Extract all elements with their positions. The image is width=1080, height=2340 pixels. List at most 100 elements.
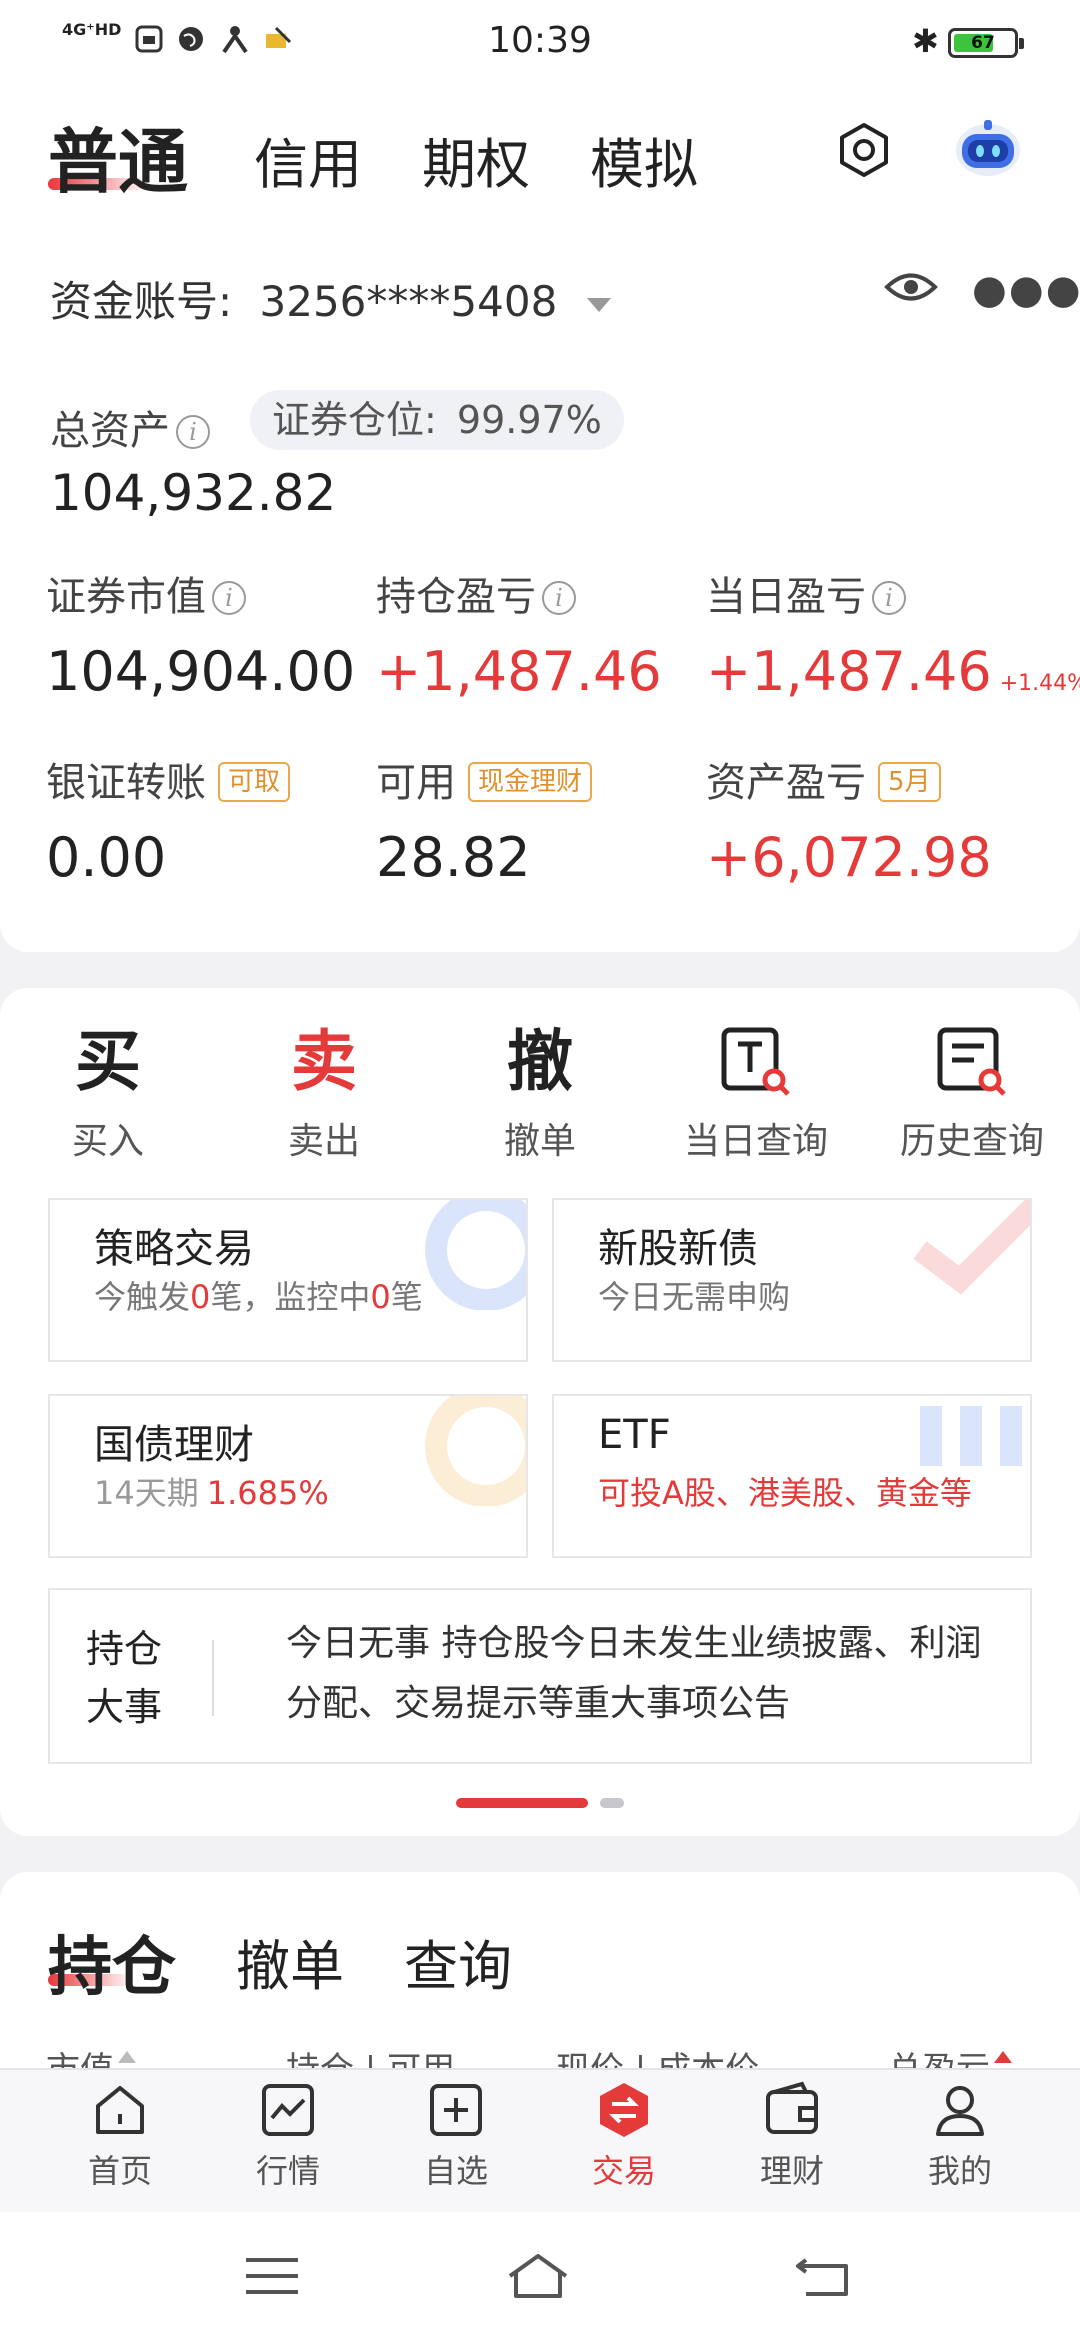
tab-holdings[interactable]: 持仓: [48, 1916, 176, 2008]
pager-dot: [600, 1798, 624, 1808]
buy-icon: 买: [75, 1023, 141, 1100]
cancel-order-button[interactable]: 撤 撤单: [440, 1018, 640, 1164]
cancel-order-label: 撤单: [503, 1121, 576, 1162]
account-number: 3256****5408: [259, 277, 558, 326]
total-assets-value: 104,932.82: [50, 464, 337, 522]
etf-card[interactable]: ETF 可投A股、港美股、黄金等: [552, 1394, 1032, 1558]
strategy-title: 策略交易: [94, 1226, 254, 1272]
nav-wealth-label: 理财: [759, 2152, 824, 2190]
tab-query[interactable]: 查询: [404, 1922, 512, 2001]
status-bar: 4G⁺HD 10:39 ✱ 67: [0, 0, 1080, 80]
nav-wealth[interactable]: 理财: [707, 2080, 877, 2192]
cancel-order-icon: 撤: [507, 1023, 573, 1100]
sell-icon: 卖: [291, 1023, 357, 1100]
nav-home[interactable]: 首页: [35, 2080, 205, 2192]
buy-button[interactable]: 买 买入: [8, 1018, 208, 1164]
chevron-down-icon: [586, 297, 611, 312]
add-icon: [430, 2084, 482, 2136]
available-value: 28.82: [376, 826, 531, 889]
pager-dot-active: [456, 1798, 588, 1808]
tab-options[interactable]: 期权: [422, 120, 530, 199]
cash-management-tag[interactable]: 现金理财: [468, 762, 593, 802]
nav-home-label: 首页: [87, 2152, 152, 2190]
eye-icon[interactable]: [884, 260, 938, 314]
treasury-card[interactable]: 国债理财 14天期 1.685%: [48, 1394, 528, 1558]
asset-pl-cell[interactable]: 资产盈亏 5月 +6,072.98: [706, 750, 992, 889]
account-label: 资金账号:: [50, 277, 233, 326]
strategy-trading-card[interactable]: 策略交易 今触发0笔，监控中0笔: [48, 1198, 528, 1362]
nav-watchlist[interactable]: 自选: [371, 2080, 541, 2192]
available-label: 可用: [376, 760, 456, 806]
account-selector[interactable]: 资金账号: 3256****5408: [50, 268, 611, 329]
menu-icon[interactable]: [240, 2248, 304, 2304]
market-value-label: 证券市值: [46, 574, 206, 620]
robot-icon[interactable]: [952, 116, 1024, 180]
total-assets-label: 总资产: [50, 408, 170, 454]
home-button-icon[interactable]: [506, 2248, 570, 2304]
bluetooth-icon: ✱: [912, 22, 939, 60]
available-cell: 可用 现金理财 28.82: [376, 750, 593, 889]
daily-pl-value: +1,487.46: [706, 640, 992, 703]
profile-icon: [936, 2086, 984, 2136]
trade-functions-card: 买 买入 卖 卖出 撤 撤单 当日查询 历史查询 策略交易 今触发0笔，监控中0…: [0, 988, 1080, 1836]
daily-pl-label: 当日盈亏: [706, 574, 866, 620]
holding-events-text: 今日无事 持仓股今日未发生业绩披露、利润分配、交易提示等重大事项公告: [286, 1623, 982, 1724]
more-icon[interactable]: ●●●: [972, 270, 1080, 310]
tab-cancel-orders[interactable]: 撤单: [236, 1922, 344, 2001]
ipo-card[interactable]: 新股新债 今日无需申购: [552, 1198, 1032, 1362]
position-label: 证券仓位:: [272, 398, 437, 442]
total-assets-row: 总资产 i: [50, 398, 210, 456]
today-query-button[interactable]: 当日查询: [656, 1018, 856, 1164]
treasury-deco-icon: [425, 1396, 526, 1506]
tab-credit[interactable]: 信用: [254, 120, 362, 199]
etf-title: ETF: [598, 1412, 671, 1458]
history-query-button[interactable]: 历史查询: [872, 1018, 1072, 1164]
treasury-title: 国债理财: [94, 1422, 254, 1468]
daily-pl-percent: +1.44%: [999, 671, 1080, 696]
home-icon: [96, 2086, 144, 2134]
today-query-icon: [721, 1027, 790, 1096]
gear-icon[interactable]: [836, 122, 892, 178]
nav-profile-label: 我的: [927, 2152, 992, 2190]
history-query-icon: [937, 1027, 1006, 1096]
nav-profile[interactable]: 我的: [875, 2080, 1045, 2192]
strategy-subtitle: 今触发0笔，监控中0笔: [94, 1278, 423, 1316]
treasury-subtitle: 14天期 1.685%: [94, 1474, 329, 1512]
holding-events-banner[interactable]: 持仓大事 今日无事 持仓股今日未发生业绩披露、利润分配、交易提示等重大事项公告: [48, 1588, 1032, 1764]
info-icon[interactable]: i: [872, 581, 906, 615]
ipo-deco-icon: [913, 1200, 1030, 1295]
nav-market-label: 行情: [255, 2152, 320, 2190]
month-tag[interactable]: 5月: [878, 762, 941, 802]
account-summary-card: 普通 信用 期权 模拟 资金账号: 3256****5408 ●●● 总资产 i …: [0, 80, 1080, 952]
asset-pl-value: +6,072.98: [706, 826, 992, 889]
info-icon[interactable]: i: [176, 415, 210, 449]
position-ratio-badge: 证券仓位: 99.97%: [250, 390, 624, 450]
withdrawable-tag[interactable]: 可取: [218, 762, 291, 802]
bank-transfer-cell[interactable]: 银证转账 可取 0.00: [46, 750, 291, 889]
holding-pl-label: 持仓盈亏: [376, 574, 536, 620]
nav-trade[interactable]: 交易: [539, 2080, 709, 2192]
holding-pl-cell: 持仓盈亏 i +1,487.46: [376, 564, 662, 703]
strategy-deco-icon: [425, 1200, 526, 1310]
back-icon[interactable]: [792, 2248, 856, 2304]
wallet-icon: [766, 2081, 818, 2134]
daily-pl-cell: 当日盈亏 i +1,487.46 +1.44%: [706, 564, 1080, 703]
nav-trade-label: 交易: [591, 2152, 656, 2190]
market-value: 104,904.00: [46, 640, 356, 703]
info-icon[interactable]: i: [212, 581, 246, 615]
market-value-cell: 证券市值 i 104,904.00: [46, 564, 355, 703]
system-navigation-bar: [0, 2212, 1080, 2340]
tab-normal[interactable]: 普通: [48, 106, 188, 207]
holding-events-title: 持仓大事: [86, 1627, 163, 1729]
tab-simulation[interactable]: 模拟: [590, 120, 698, 199]
sell-button[interactable]: 卖 卖出: [224, 1018, 424, 1164]
bottom-navigation: 首页 行情 自选 交易 理财 我的: [0, 2068, 1080, 2212]
ipo-subtitle: 今日无需申购: [598, 1278, 791, 1316]
history-query-label: 历史查询: [899, 1121, 1044, 1162]
nav-market[interactable]: 行情: [203, 2080, 373, 2192]
etf-deco-icon: [920, 1406, 1022, 1466]
info-icon[interactable]: i: [542, 581, 576, 615]
battery-level: 67: [971, 33, 995, 53]
ipo-title: 新股新债: [598, 1226, 758, 1272]
today-query-label: 当日查询: [683, 1121, 828, 1162]
